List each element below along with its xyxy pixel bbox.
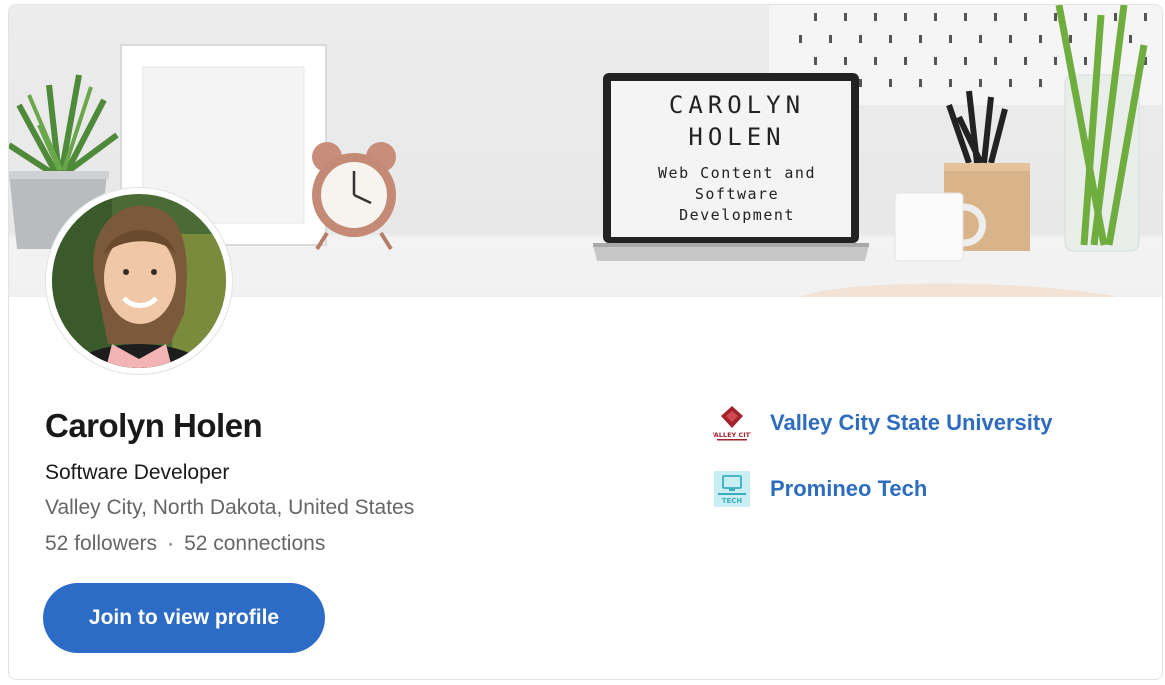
chair-edge (799, 283, 1119, 297)
profile-name: Carolyn Holen (45, 407, 263, 444)
join-to-view-profile-button[interactable]: Join to view profile (43, 583, 325, 653)
stats-separator: · (167, 532, 175, 555)
laptop-name-line1: CAROLYN (668, 91, 806, 119)
education-link-valley-city-state-university[interactable]: Valley City State University (770, 410, 1052, 436)
avatar-photo (52, 194, 226, 368)
laptop-sub-line2: Software (694, 185, 780, 203)
followers-count: 52 followers (45, 532, 158, 555)
laptop-sub-line3: Development (679, 206, 795, 224)
profile-stats: 52 followers · 52 connections (45, 532, 325, 556)
laptop-sub-line1: Web Content and (658, 164, 816, 182)
university-logo-icon: VALLEY CITY (713, 406, 751, 441)
promineo-logo-icon: TECH (714, 471, 750, 507)
avatar (46, 188, 232, 374)
laptop-name-line2: HOLEN (688, 123, 786, 151)
university-logo-text: VALLEY CITY (713, 431, 751, 439)
promineo-logo-text: TECH (722, 497, 743, 505)
profile-card: CAROLYN HOLEN Web Content and Software D… (8, 4, 1163, 680)
connections-count: 52 connections (184, 532, 326, 555)
laptop-screen-text: CAROLYN HOLEN Web Content and Software D… (619, 89, 855, 226)
education-item[interactable]: VALLEY CITY Valley City State University (713, 403, 1052, 443)
profile-location: Valley City, North Dakota, United States (45, 496, 415, 519)
profile-headline: Software Developer (45, 461, 230, 484)
experience-item[interactable]: TECH Promineo Tech (713, 469, 927, 509)
experience-link-promineo-tech[interactable]: Promineo Tech (770, 476, 927, 502)
